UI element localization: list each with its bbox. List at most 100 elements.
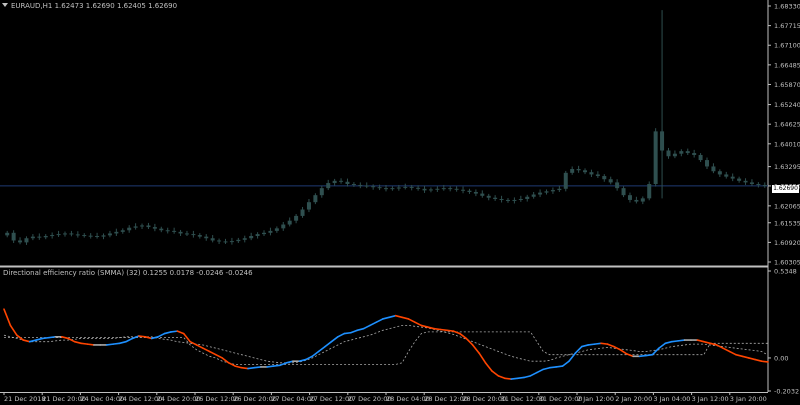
candle-body — [428, 189, 433, 191]
ratio-segment — [170, 330, 179, 333]
indicator-tick-label: 0.5348 — [774, 268, 797, 276]
ratio-segment — [491, 370, 500, 377]
price-tick-label: 1.65870 — [774, 81, 800, 89]
ratio-segment — [459, 332, 468, 340]
price-tick-label: 1.68330 — [774, 3, 800, 11]
ratio-segment — [677, 339, 686, 342]
time-tick-label: 27 Dec 12:00 — [310, 395, 354, 403]
candle-body — [666, 150, 671, 157]
candle-body — [172, 230, 177, 232]
ratio-segment — [330, 336, 339, 343]
ratio-segment — [195, 344, 204, 350]
time-tick-label: 28 Dec 12:00 — [424, 395, 468, 403]
indicator-tick-label: -0.2032 — [774, 388, 799, 396]
ratio-segment — [747, 357, 756, 361]
candle-body — [480, 193, 485, 196]
candle-body — [737, 178, 742, 181]
ratio-segment — [696, 339, 705, 343]
candle-body — [403, 186, 408, 188]
ratio-segment — [497, 375, 506, 380]
candle-body — [210, 238, 215, 241]
ratio-segment — [337, 332, 346, 338]
ratio-segment — [741, 355, 750, 359]
time-tick-label: 3 Jan 20:00 — [730, 395, 767, 403]
ratio-segment — [3, 308, 12, 327]
candle-body — [570, 169, 575, 173]
candle-body — [152, 227, 157, 229]
candle-body — [30, 236, 35, 239]
candle-body — [56, 234, 61, 236]
candle-body — [217, 240, 222, 242]
candle-body — [371, 186, 376, 188]
ratio-segment — [407, 318, 416, 323]
candle-body — [615, 182, 620, 189]
ratio-segment — [112, 342, 121, 345]
candle-body — [345, 181, 350, 185]
price-tick-label: 1.64625 — [774, 121, 800, 129]
candle-body — [159, 228, 164, 231]
candle-body — [287, 220, 292, 225]
candle-body — [249, 236, 254, 239]
ratio-segment — [638, 354, 647, 358]
price-tick-label: 1.60305 — [774, 259, 800, 267]
ratio-segment — [356, 327, 365, 332]
candle-body — [351, 184, 356, 186]
ratio-segment — [73, 340, 82, 345]
ratio-segment — [600, 342, 609, 345]
ratio-segment — [272, 364, 281, 367]
candle-body — [242, 238, 247, 240]
ratio-segment — [317, 345, 326, 353]
candle-body — [18, 240, 23, 243]
candle-body — [364, 185, 369, 187]
candle-body — [24, 238, 29, 243]
candle-body — [518, 198, 523, 200]
candle-body — [724, 174, 729, 177]
ratio-segment — [581, 344, 590, 348]
candle-body — [82, 235, 87, 237]
candle-body — [563, 172, 568, 189]
ratio-segment — [247, 366, 256, 370]
candle-body — [197, 235, 202, 237]
candle-body — [698, 154, 703, 161]
candle-body — [416, 187, 421, 189]
ratio-segment — [702, 340, 712, 345]
candle-body — [262, 232, 267, 235]
ratio-segment — [41, 336, 50, 340]
ratio-segment — [266, 365, 275, 368]
ratio-segment — [240, 366, 249, 370]
candle-body — [281, 224, 286, 229]
candle-body — [50, 235, 55, 237]
dropdown-triangle-icon[interactable] — [2, 3, 8, 7]
chart-canvas: 1.68330 1.67715 1.67100 1.66485 1.65870 1.652… — [0, 0, 800, 403]
candle-body — [75, 234, 80, 236]
candle-body — [576, 169, 581, 171]
ratio-segment — [722, 347, 731, 353]
candle-body — [627, 195, 632, 200]
time-tick-label: 24 Dec 20:00 — [157, 395, 201, 403]
ratio-segment — [311, 350, 320, 358]
ratio-segment — [369, 321, 378, 327]
time-tick-label: 2 Jan 12:00 — [577, 395, 614, 403]
indicator-tick-label: 0.00 — [774, 354, 788, 362]
ratio-segment — [22, 339, 31, 343]
time-tick-label: 31 Dec 20:00 — [539, 395, 583, 403]
ratio-segment — [414, 321, 423, 327]
candle-body — [11, 232, 16, 241]
candle-body — [204, 236, 209, 239]
ratio-segment — [324, 340, 333, 348]
candle-body — [621, 188, 626, 196]
ratio-segment — [670, 340, 679, 343]
ratio-segment — [48, 336, 57, 339]
time-tick-label: 24 Dec 12:00 — [119, 395, 163, 403]
candle-body — [223, 241, 228, 243]
candle-body — [525, 196, 530, 199]
candle-body — [486, 195, 491, 198]
candle-body — [114, 231, 119, 234]
candle-body — [229, 241, 234, 243]
ratio-segment — [555, 365, 564, 368]
ratio-segment — [227, 362, 236, 367]
candle-body — [95, 236, 100, 238]
ratio-segment — [67, 337, 76, 343]
candle-body — [396, 187, 401, 189]
candle-body — [493, 197, 498, 199]
